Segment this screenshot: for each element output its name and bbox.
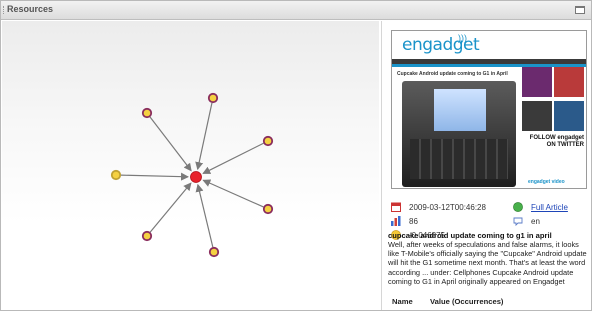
graph-edge xyxy=(195,183,214,248)
column-header-value[interactable]: Value (Occurrences) xyxy=(430,297,503,306)
graph-edge xyxy=(195,102,213,171)
globe-icon xyxy=(513,202,523,212)
graph-edge xyxy=(202,179,264,208)
ad-tile xyxy=(522,101,552,131)
graph-edge xyxy=(120,172,190,181)
article-date: 2009-03-12T00:46:28 xyxy=(409,203,486,212)
graph-svg[interactable] xyxy=(2,21,379,310)
drag-grip-icon[interactable] xyxy=(3,6,5,14)
ad-tile xyxy=(554,101,584,131)
article-language: en xyxy=(531,217,540,226)
phone-image xyxy=(402,81,516,187)
graph-node[interactable] xyxy=(262,203,274,215)
article-thumbnail[interactable]: engadget ))) Cupcake Android update comi… xyxy=(391,30,587,189)
graph-node[interactable] xyxy=(141,230,153,242)
panel-titlebar[interactable]: Resources xyxy=(1,1,591,20)
engadget-video-label: engadget video xyxy=(528,179,565,185)
graph-node[interactable] xyxy=(110,169,122,181)
ad-tile xyxy=(554,67,584,97)
graph-edge xyxy=(202,142,264,174)
occurrence-count: 86 xyxy=(409,217,418,226)
graph-canvas[interactable] xyxy=(2,21,379,310)
engadget-logo: engadget xyxy=(402,35,480,55)
thumbnail-sidebar xyxy=(522,67,586,188)
detail-panel: engadget ))) Cupcake Android update comi… xyxy=(381,21,591,310)
resources-panel: Resources engadget ))) Cupcake Android u… xyxy=(0,0,592,311)
thumbnail-header: engadget ))) xyxy=(392,31,586,59)
graph-node[interactable] xyxy=(141,107,153,119)
graph-node[interactable] xyxy=(207,92,219,104)
graph-node[interactable] xyxy=(208,246,220,258)
ad-tile xyxy=(522,67,552,97)
article-title: cupcake android update coming to g1 in a… xyxy=(388,231,552,240)
graph-edge xyxy=(149,116,192,172)
calendar-icon xyxy=(391,202,401,212)
graph-center-node[interactable] xyxy=(190,171,202,183)
full-article-link[interactable]: Full Article xyxy=(531,203,568,212)
article-summary: Well, after weeks of speculations and fa… xyxy=(388,240,587,286)
speech-bubble-icon xyxy=(513,217,523,226)
maximize-button[interactable] xyxy=(575,6,585,14)
thumbnail-headline: Cupcake Android update coming to G1 in A… xyxy=(397,71,508,77)
bar-chart-icon xyxy=(391,216,401,226)
wifi-waves-icon: ))) xyxy=(458,33,467,43)
phone-screen xyxy=(434,89,486,131)
panel-title: Resources xyxy=(7,4,54,14)
phone-keyboard xyxy=(410,139,508,179)
follow-twitter-banner: FOLLOW engadget ON TWITTER xyxy=(529,135,584,148)
graph-node[interactable] xyxy=(262,135,274,147)
graph-edge xyxy=(149,182,192,233)
column-header-name[interactable]: Name xyxy=(392,297,413,306)
